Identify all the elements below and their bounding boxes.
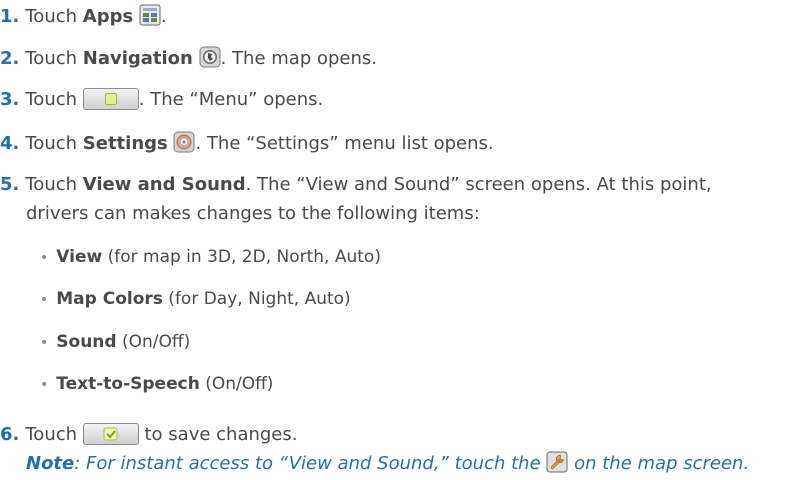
list-item: • Sound (On/Off) (40, 332, 191, 352)
step-5: 5. Touch View and Sound. The “View and So… (0, 174, 712, 195)
menu-button-icon (82, 88, 139, 110)
bullet-dot: • (40, 335, 49, 351)
bullet-dot: • (40, 377, 49, 393)
step-keyword: Navigation (82, 48, 193, 69)
step-keyword: Apps (82, 6, 134, 27)
step-number: 5. (0, 174, 20, 195)
note-text: Note: For instant access to “View and So… (26, 451, 749, 480)
step-1: 1. Touch Apps . (0, 4, 167, 33)
settings-gear-icon (173, 131, 195, 160)
list-item: • Map Colors (for Day, Night, Auto) (40, 289, 351, 309)
step-number: 3. (0, 89, 20, 110)
save-check-icon (82, 423, 139, 445)
wrench-icon (546, 451, 568, 480)
step-keyword: Settings (82, 133, 168, 154)
list-item: • Text-to-Speech (On/Off) (40, 374, 274, 394)
step-number: 2. (0, 48, 20, 69)
step-keyword: View and Sound (82, 174, 246, 195)
step-5-continuation: drivers can makes changes to the followi… (26, 203, 480, 224)
bullet-dot: • (40, 292, 49, 308)
step-6: 6. Touch to save changes. (0, 423, 298, 445)
step-number: 6. (0, 424, 20, 445)
step-4: 4. Touch Settings . The “Settings” menu l… (0, 131, 494, 160)
bullet-dot: • (40, 250, 49, 266)
instructions-page: 1. Touch Apps . 2. Touch Navigation . The … (0, 0, 785, 480)
step-2: 2. Touch Navigation . The map opens. (0, 46, 377, 75)
step-number: 1. (0, 6, 20, 27)
step-number: 4. (0, 133, 20, 154)
step-3: 3. Touch . The “Menu” opens. (0, 88, 324, 110)
list-item: • View (for map in 3D, 2D, North, Auto) (40, 247, 381, 267)
apps-grid-icon (139, 4, 161, 33)
navigation-globe-icon (199, 46, 221, 75)
note-label: Note (26, 453, 75, 474)
